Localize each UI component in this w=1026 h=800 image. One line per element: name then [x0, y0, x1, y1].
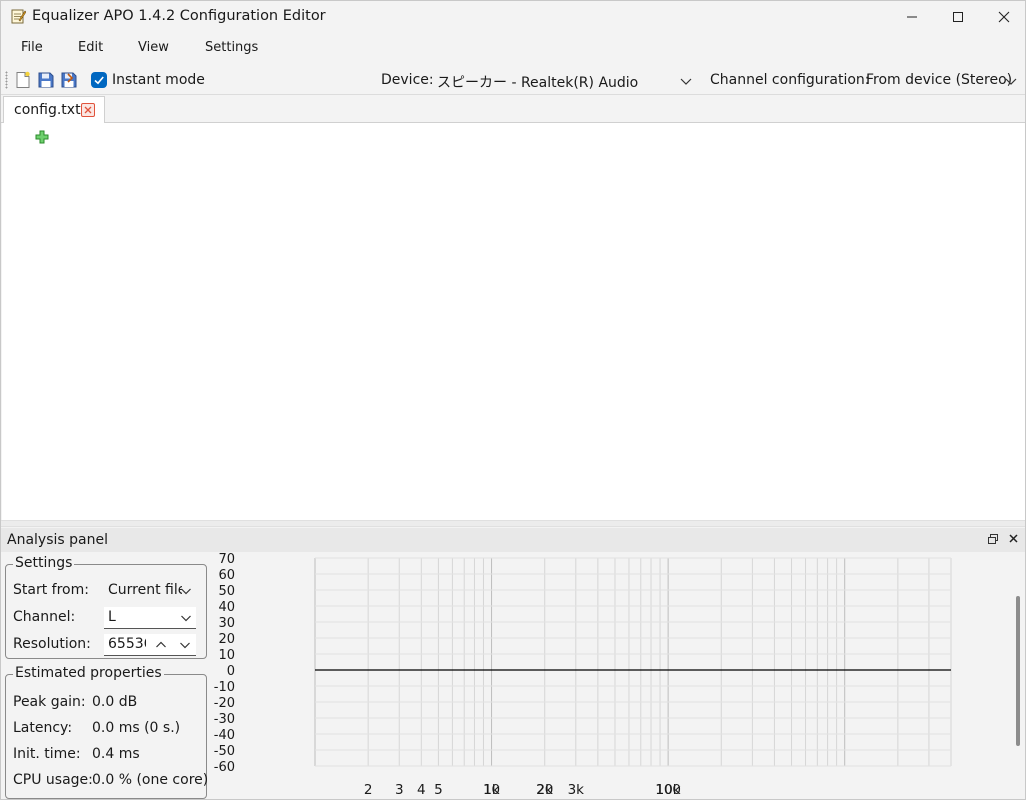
editor-area[interactable] [2, 123, 1025, 520]
notepad-icon [11, 9, 26, 24]
y-tick-label: -50 [214, 744, 235, 759]
tab-bar: config.txt [1, 96, 1025, 123]
float-panel-icon[interactable] [987, 533, 999, 545]
chevron-down-icon [181, 615, 191, 622]
save-icon[interactable] [37, 71, 55, 89]
window-title: Equalizer APO 1.4.2 Configuration Editor [32, 8, 326, 24]
y-tick-label: -20 [214, 696, 235, 711]
peak-gain-value: 0.0 dB [92, 694, 138, 710]
chevron-down-icon[interactable] [179, 639, 191, 651]
title-bar: Equalizer APO 1.4.2 Configuration Editor [1, 1, 1025, 33]
chevron-down-icon [1005, 78, 1017, 85]
resolution-spinbox[interactable]: 65536 [104, 634, 196, 656]
x-tick-label: 3k [568, 782, 585, 798]
channel-configuration-select[interactable]: From device (Stereo) [866, 69, 1022, 92]
cpu-usage-value: 0.0 % (one core) [92, 772, 209, 788]
menu-view[interactable]: View [138, 40, 169, 55]
latency-value: 0.0 ms (0 s.) [92, 720, 181, 736]
y-tick-label: -40 [214, 728, 235, 743]
start-from-value: Current file [108, 582, 182, 598]
estimated-properties-group: Estimated properties Peak gain: 0.0 dB L… [5, 665, 209, 799]
x-tick-label: 4 [417, 782, 426, 798]
x-tick-label: 3 [395, 782, 404, 798]
chevron-up-icon[interactable] [155, 639, 167, 651]
y-tick-label: 20 [218, 632, 235, 647]
panel-splitter[interactable] [1, 520, 1025, 527]
minimize-icon [907, 16, 917, 18]
maximize-button[interactable] [935, 1, 981, 33]
chevron-down-icon [181, 588, 191, 595]
tab-config-txt[interactable]: config.txt [3, 96, 105, 123]
resolution-label: Resolution: [13, 636, 91, 652]
analysis-panel-title: Analysis panel [7, 532, 108, 548]
channel-configuration-label: Channel configuration: [710, 72, 870, 88]
x-tick-label: 2k [537, 782, 554, 798]
new-file-icon[interactable] [14, 71, 32, 89]
y-tick-label: 40 [218, 600, 235, 615]
menu-settings[interactable]: Settings [205, 40, 258, 55]
x-tick-label: 2 [364, 782, 373, 798]
channel-configuration-value: From device (Stereo) [866, 72, 1013, 88]
resolution-value: 65536 [108, 636, 146, 652]
tab-label: config.txt [14, 102, 81, 118]
settings-legend: Settings [13, 555, 75, 571]
menu-file[interactable]: File [21, 40, 43, 55]
y-tick-label: 10 [218, 648, 235, 663]
y-tick-label: 0 [227, 664, 235, 679]
save-as-icon[interactable] [60, 71, 78, 89]
checkmark-icon [94, 76, 104, 85]
x-tick-label: 5 [434, 782, 443, 798]
y-tick-label: -60 [214, 760, 235, 775]
x-tick-label: 10k [656, 782, 681, 798]
device-label: Device: [381, 72, 434, 88]
minimize-button[interactable] [889, 1, 935, 33]
close-tab-button[interactable] [81, 103, 95, 117]
instant-mode-label[interactable]: Instant mode [112, 72, 205, 88]
instant-mode-checkbox[interactable] [91, 72, 107, 88]
close-icon [998, 11, 1010, 23]
y-tick-label: 70 [218, 552, 235, 567]
latency-label: Latency: [13, 720, 73, 736]
y-tick-label: -10 [214, 680, 235, 695]
y-tick-label: -30 [214, 712, 235, 727]
menu-bar: File Edit View Settings [1, 35, 1025, 62]
add-filter-icon[interactable] [35, 130, 49, 144]
x-tick-label: 1k [483, 782, 500, 798]
close-window-button[interactable] [981, 1, 1025, 33]
start-from-label: Start from: [13, 582, 89, 598]
channel-select[interactable]: L [104, 607, 196, 629]
analysis-panel-body: Settings Start from: Current file Channe… [1, 552, 1025, 800]
y-tick-label: 50 [218, 584, 235, 599]
toolbar: Instant mode Device: スピーカー - Realtek(R) … [1, 65, 1025, 95]
toolbar-grip[interactable] [5, 71, 8, 89]
close-icon [84, 106, 92, 114]
y-tick-label: 30 [218, 616, 235, 631]
maximize-icon [953, 12, 963, 22]
device-select[interactable]: スピーカー - Realtek(R) Audio [437, 69, 699, 92]
y-tick-label: 60 [218, 568, 235, 583]
chevron-down-icon [680, 78, 692, 85]
frequency-response-graph[interactable]: 706050403020100-10-20-30-40-50-602 3 4 5 10 2… [211, 552, 1014, 800]
graph-scrollbar[interactable] [1016, 596, 1020, 746]
channel-label: Channel: [13, 609, 76, 625]
peak-gain-label: Peak gain: [13, 694, 86, 710]
settings-group: Settings Start from: Current file Channe… [5, 555, 207, 659]
close-panel-icon[interactable] [1007, 532, 1020, 545]
estimated-properties-legend: Estimated properties [13, 665, 164, 681]
init-time-value: 0.4 ms [92, 746, 140, 762]
start-from-select[interactable]: Current file [104, 580, 196, 602]
analysis-panel-header: Analysis panel [1, 528, 1025, 552]
menu-edit[interactable]: Edit [78, 40, 103, 55]
app-window: Equalizer APO 1.4.2 Configuration Editor… [0, 0, 1026, 800]
cpu-usage-label: CPU usage: [13, 772, 93, 788]
init-time-label: Init. time: [13, 746, 81, 762]
device-value: スピーカー - Realtek(R) Audio [437, 75, 639, 91]
channel-value: L [108, 609, 116, 625]
